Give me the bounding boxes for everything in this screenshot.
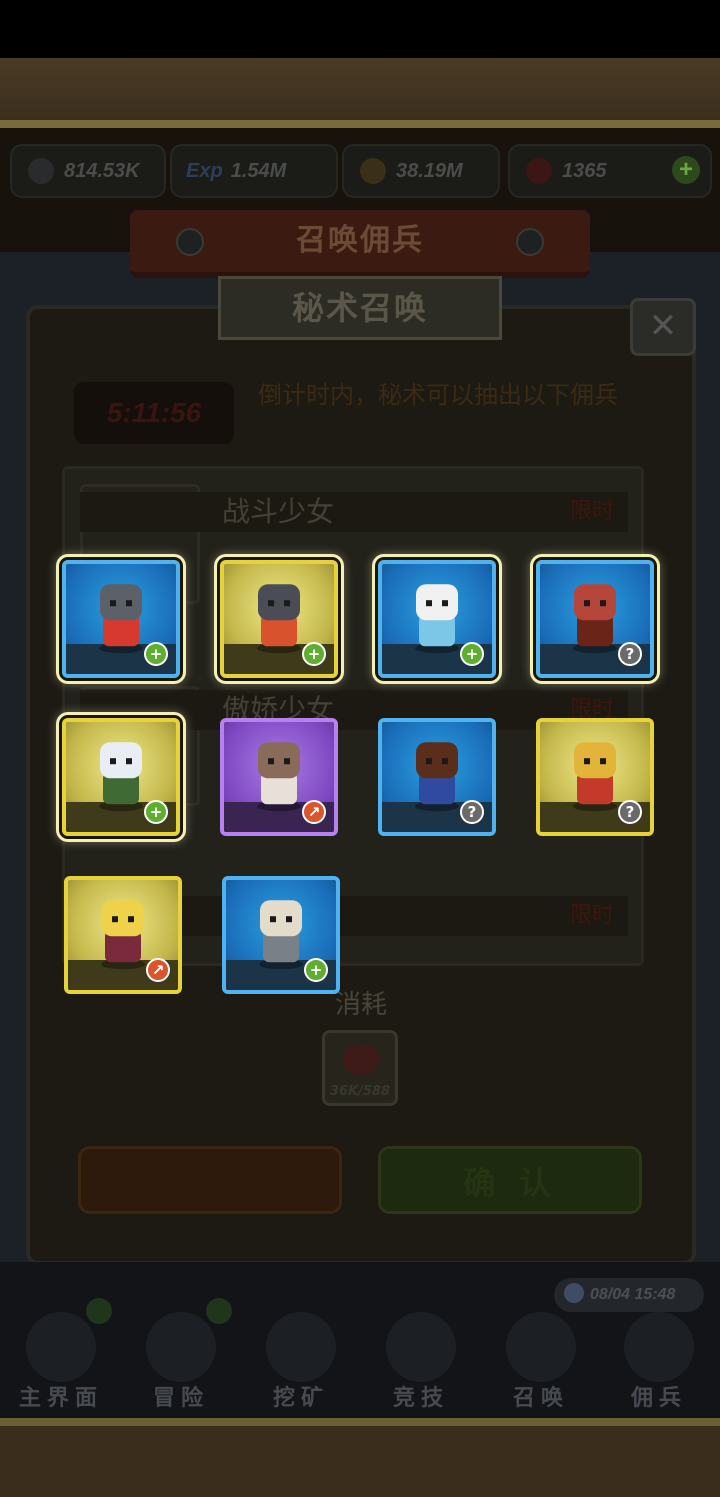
nav-label: 竞技 <box>392 1386 449 1411</box>
nav-item[interactable]: 竞技 <box>362 1312 480 1412</box>
top-parchment-border <box>0 58 720 128</box>
cancel-button[interactable]: 取 消 <box>78 1146 342 1214</box>
banner-rivet-icon <box>516 228 544 256</box>
nav-label: 主界面 <box>18 1386 103 1411</box>
add-badge-icon: + <box>460 642 484 666</box>
status-bar <box>0 0 720 58</box>
clock-icon <box>564 1283 584 1303</box>
mercenary-icon <box>624 1312 694 1382</box>
nav-item[interactable]: 冒险 <box>122 1298 240 1412</box>
nav-item[interactable]: 主界面 <box>2 1298 120 1412</box>
gold-counter: 38.19M <box>342 144 500 198</box>
nav-label: 召唤 <box>512 1386 569 1411</box>
armored-warrior-sprite-icon <box>257 584 301 654</box>
close-button[interactable]: ✕ <box>630 298 696 356</box>
red-dragon-sprite-icon <box>573 584 617 654</box>
gem-value: 1365 <box>562 159 607 182</box>
silver-hair-girl-sprite-icon <box>259 900 303 970</box>
tree-island-icon <box>146 1312 216 1382</box>
power-counter: 814.53K <box>10 144 166 198</box>
exp-icon: Exp <box>186 159 223 182</box>
blue-robe-boy-sprite-icon <box>415 742 459 812</box>
dialog-title: 秘术召唤 <box>218 276 502 340</box>
cost-amount: 36K/588 <box>329 1084 391 1099</box>
confirm-button[interactable]: 确 认 <box>378 1146 642 1214</box>
hero-card-golden-knight[interactable]: ? <box>536 718 654 836</box>
nav-label: 挖矿 <box>272 1386 329 1411</box>
silver-hair-maid-sprite-icon <box>99 742 143 812</box>
summon-scroll-icon <box>506 1312 576 1382</box>
add-badge-icon: + <box>302 642 326 666</box>
gold-value: 38.19M <box>396 159 463 182</box>
cost-item: 36K/588 <box>322 1030 398 1106</box>
pool-row-1[interactable]: 战斗少女 限时 <box>80 492 628 532</box>
upgrade-badge-icon: ↗ <box>146 958 170 982</box>
summon-header-banner: 召唤佣兵 <box>130 210 590 278</box>
resource-bar: 814.53K Exp 1.54M 38.19M 1365 + <box>10 144 712 198</box>
hero-card-silver-hair-maid[interactable]: + <box>62 718 180 836</box>
hero-card-masked-girl[interactable]: ↗ <box>220 718 338 836</box>
nav-item[interactable]: 挖矿 <box>242 1312 360 1412</box>
limited-tag: 限时 <box>569 499 614 524</box>
crossed-swords-icon <box>386 1312 456 1382</box>
bottom-parchment-border <box>0 1418 720 1497</box>
countdown-timer: 5:11:56 <box>74 382 234 444</box>
pickaxe-icon <box>266 1312 336 1382</box>
notification-dot <box>206 1298 232 1324</box>
nav-label: 佣兵 <box>630 1386 687 1411</box>
banner-rivet-icon <box>176 228 204 256</box>
exp-counter: Exp 1.54M <box>170 144 338 198</box>
gem-counter: 1365 + <box>508 144 712 198</box>
datetime-text: 08/04 15:48 <box>590 1286 676 1303</box>
ruby-gem-icon <box>343 1045 379 1075</box>
hero-card-robot[interactable]: + <box>62 560 180 678</box>
robot-sprite-icon <box>99 584 143 654</box>
add-badge-icon: + <box>144 642 168 666</box>
sword-icon <box>28 158 54 184</box>
golden-knight-sprite-icon <box>573 742 617 812</box>
unknown-badge-icon: ? <box>618 642 642 666</box>
add-badge-icon: + <box>144 800 168 824</box>
ruby-gem-icon <box>526 158 552 184</box>
row-name: 战斗少女 <box>222 495 335 528</box>
power-value: 814.53K <box>64 159 140 182</box>
gold-coin-icon <box>360 158 386 184</box>
upgrade-badge-icon: ↗ <box>302 800 326 824</box>
hero-card-armored-warrior[interactable]: + <box>220 560 338 678</box>
map-scroll-icon <box>26 1312 96 1382</box>
hero-card-red-dragon[interactable]: ? <box>536 560 654 678</box>
hero-card-silver-hair-girl[interactable]: + <box>222 876 340 994</box>
limited-tag: 限时 <box>569 903 614 928</box>
exp-value: 1.54M <box>230 159 287 182</box>
countdown-description: 倒计时内，秘术可以抽出以下佣兵 <box>258 381 618 409</box>
unknown-badge-icon: ? <box>618 800 642 824</box>
polar-bear-sprite-icon <box>415 584 459 654</box>
nav-item[interactable]: 召唤 <box>482 1312 600 1412</box>
hero-card-polar-bear[interactable]: + <box>378 560 496 678</box>
nav-label: 冒险 <box>152 1386 209 1411</box>
star-mage-sprite-icon <box>101 900 145 970</box>
hero-card-star-mage[interactable]: ↗ <box>64 876 182 994</box>
clock-display: 08/04 15:48 <box>554 1278 704 1312</box>
notification-dot <box>86 1298 112 1324</box>
add-gems-button[interactable]: + <box>672 156 700 184</box>
masked-girl-sprite-icon <box>257 742 301 812</box>
nav-item[interactable]: 佣兵 <box>600 1312 718 1412</box>
add-badge-icon: + <box>304 958 328 982</box>
unknown-badge-icon: ? <box>460 800 484 824</box>
hero-card-blue-robe-boy[interactable]: ? <box>378 718 496 836</box>
